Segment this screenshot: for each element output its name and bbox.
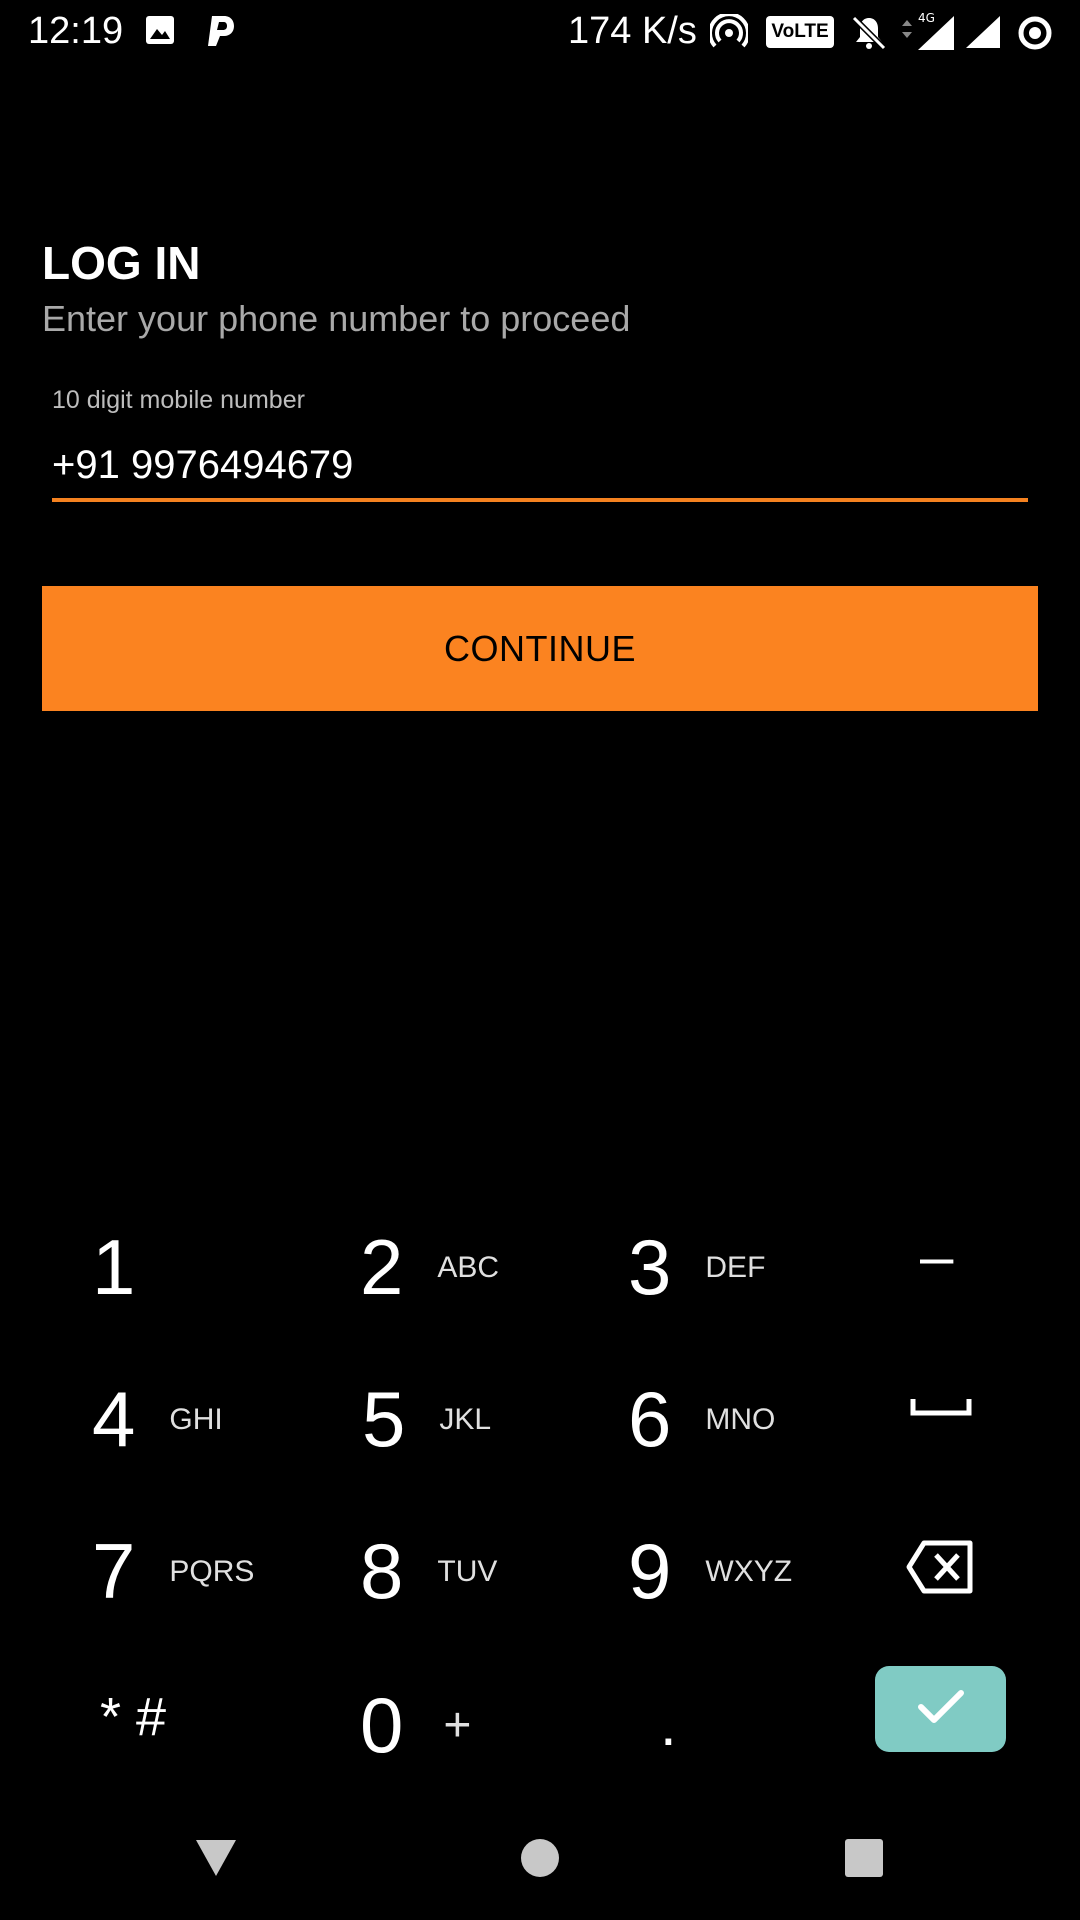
p-app-icon — [204, 14, 236, 53]
key-digit: 9 — [628, 1527, 672, 1615]
key-letters: PQRS — [169, 1554, 255, 1588]
key-minus[interactable]: – — [920, 1222, 953, 1291]
gallery-icon — [144, 14, 176, 51]
key-letters: MNO — [705, 1402, 776, 1436]
key-letters: WXYZ — [705, 1554, 793, 1588]
key-digit: 5 — [362, 1375, 406, 1463]
home-nav-icon[interactable] — [520, 1838, 560, 1883]
key-backspace[interactable] — [906, 1540, 974, 1599]
key-digit: 1 — [92, 1223, 136, 1311]
phone-field-label: 10 digit mobile number — [52, 386, 305, 414]
key-minus-symbol: – — [920, 1223, 954, 1290]
network-speed: 174 K/s — [568, 10, 697, 52]
key-digit: 3 — [628, 1223, 672, 1311]
recents-nav-icon[interactable] — [844, 1838, 884, 1883]
battery-icon — [1016, 14, 1054, 57]
page-subtitle: Enter your phone number to proceed — [42, 298, 631, 339]
key-7[interactable]: 7 PQRS — [92, 1526, 254, 1617]
signal-4g-icon: 4G — [900, 11, 956, 57]
key-period-symbol: . — [660, 1691, 677, 1758]
key-star-hash-symbol: * # — [100, 1687, 167, 1747]
key-digit: 2 — [360, 1223, 404, 1311]
phone-number-input[interactable] — [52, 440, 1028, 490]
navigation-bar — [0, 1810, 1080, 1920]
key-digit: 7 — [92, 1527, 136, 1615]
continue-button[interactable]: CONTINUE — [42, 586, 1038, 711]
key-letters: DEF — [705, 1250, 766, 1284]
keypad-done-button[interactable] — [875, 1666, 1006, 1752]
key-6[interactable]: 6 MNO — [628, 1374, 775, 1465]
key-digit: 0 — [360, 1681, 404, 1769]
key-period[interactable]: . — [660, 1690, 677, 1759]
key-letters: GHI — [169, 1402, 223, 1436]
key-letters: JKL — [439, 1402, 492, 1436]
backspace-icon — [906, 1540, 974, 1599]
key-letters: TUV — [437, 1554, 498, 1588]
key-1[interactable]: 1 — [92, 1222, 135, 1313]
status-time: 12:19 — [28, 10, 124, 52]
hotspot-icon — [708, 12, 750, 57]
status-bar: 12:19 174 K/s VoLTE 4G — [0, 0, 1080, 64]
key-4[interactable]: 4 GHI — [92, 1374, 223, 1465]
checkmark-icon — [917, 1687, 965, 1732]
phone-field-underline — [52, 498, 1028, 502]
key-star-hash[interactable]: * # — [100, 1686, 166, 1748]
back-nav-icon[interactable] — [194, 1838, 238, 1883]
key-9[interactable]: 9 WXYZ — [628, 1526, 792, 1617]
key-letters: ABC — [437, 1250, 500, 1284]
key-2[interactable]: 2 ABC — [360, 1222, 499, 1313]
volte-badge: VoLTE — [766, 16, 834, 48]
key-digit: 8 — [360, 1527, 404, 1615]
key-digit: 4 — [92, 1375, 136, 1463]
page-title: LOG IN — [42, 237, 201, 289]
key-5[interactable]: 5 JKL — [362, 1374, 491, 1465]
key-0[interactable]: 0 + — [360, 1680, 471, 1771]
signal-icon — [964, 14, 1002, 55]
key-plus: + — [443, 1699, 472, 1752]
key-digit: 6 — [628, 1375, 672, 1463]
key-3[interactable]: 3 DEF — [628, 1222, 765, 1313]
key-space[interactable] — [910, 1396, 972, 1423]
key-8[interactable]: 8 TUV — [360, 1526, 497, 1617]
mute-bell-icon — [850, 14, 888, 57]
network-type-label: 4G — [918, 12, 935, 25]
space-icon — [910, 1396, 972, 1423]
